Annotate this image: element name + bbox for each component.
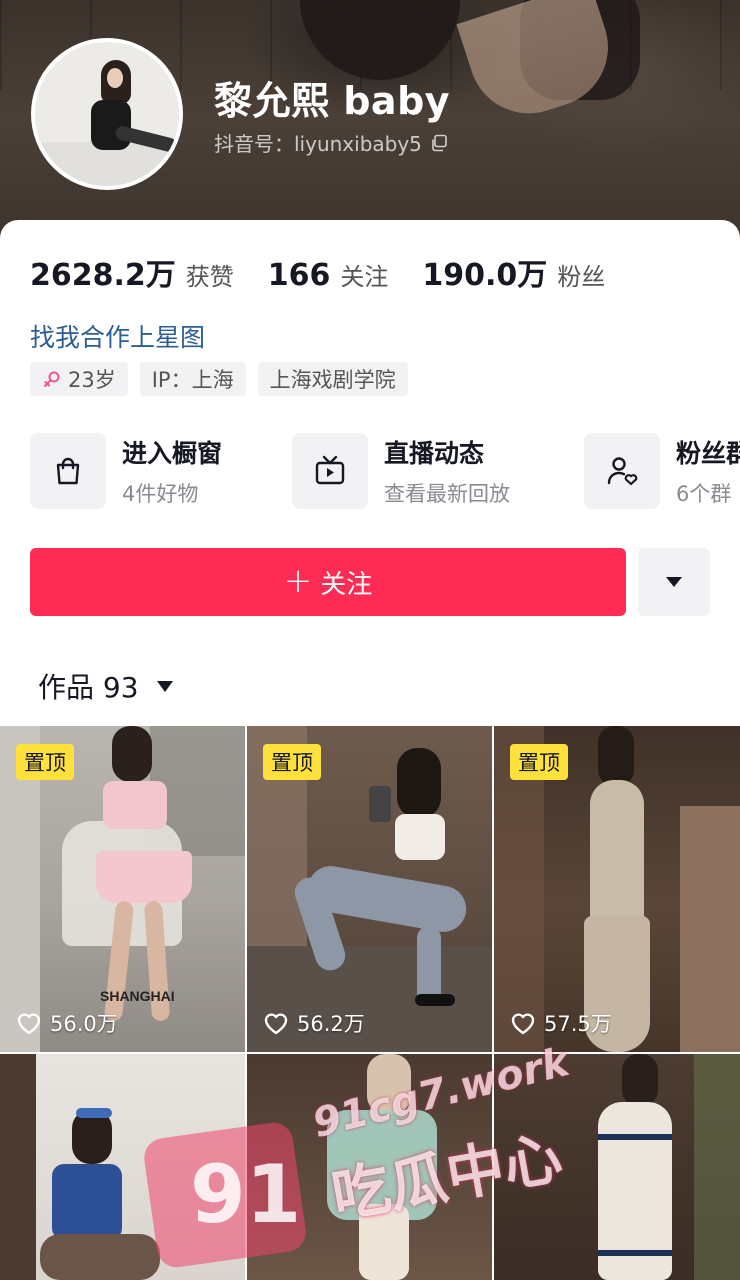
video-overlay-text: SHANGHAI (100, 988, 175, 1004)
service-fan-group[interactable]: 粉丝群 6个群 (584, 432, 740, 510)
video-card[interactable]: 置顶 56.2万 (247, 726, 492, 1052)
service-fans-subtitle: 6个群 (676, 482, 732, 506)
service-row: 进入橱窗 4件好物 直播动态 查看最新回放 粉丝群 6个群 (30, 432, 740, 512)
video-likes-count: 57.5万 (544, 1012, 612, 1036)
video-card[interactable] (494, 1054, 740, 1280)
service-fans-title: 粉丝群 (676, 439, 740, 468)
pinned-badge: 置顶 (16, 744, 74, 780)
profile-name: 黎允熙 baby (214, 79, 451, 123)
video-card[interactable]: SHANGHAI 置顶 56.0万 (0, 726, 245, 1052)
tab-works[interactable]: 作品 93 (38, 666, 173, 706)
female-icon (44, 371, 60, 387)
tab-works-label: 作品 93 (38, 671, 139, 704)
tag-age: 23岁 (30, 362, 128, 396)
more-options-button[interactable] (638, 548, 710, 616)
service-live-title: 直播动态 (384, 439, 485, 468)
stat-following-value: 166 (267, 258, 331, 293)
tag-ip: IP：上海 (139, 362, 246, 396)
service-shop-title: 进入橱窗 (122, 439, 223, 468)
pinned-badge: 置顶 (263, 744, 321, 780)
video-card[interactable]: 置顶 57.5万 (494, 726, 740, 1052)
stat-following-label: 关注 (340, 263, 389, 291)
stat-followers-label: 粉丝 (557, 263, 606, 291)
follow-label: 关注 (320, 569, 373, 600)
fan-group-icon (607, 457, 638, 486)
stat-followers[interactable]: 190.0万 粉丝 (422, 250, 605, 294)
profile-stats: 2628.2万 获赞 166 关注 190.0万 粉丝 (30, 250, 639, 294)
avatar[interactable] (31, 38, 183, 190)
tag-age-text: 23岁 (68, 368, 116, 392)
heart-icon (264, 1013, 288, 1035)
video-grid: SHANGHAI 置顶 56.0万 置顶 56.2万 置顶 57.5万 (0, 726, 740, 1280)
caret-down-icon (156, 680, 173, 692)
stat-likes-value: 2628.2万 (30, 258, 176, 293)
caret-down-icon (666, 577, 682, 587)
follow-button[interactable]: + 关注 (30, 548, 626, 616)
copy-icon[interactable] (430, 134, 448, 152)
service-live[interactable]: 直播动态 查看最新回放 (292, 432, 510, 510)
service-shop-subtitle: 4件好物 (122, 482, 199, 506)
tag-school[interactable]: 上海戏剧学院 (257, 362, 408, 396)
video-likes: 56.2万 (263, 1008, 365, 1038)
service-shop-window[interactable]: 进入橱窗 4件好物 (30, 432, 222, 510)
video-card[interactable] (247, 1054, 492, 1280)
plus-icon: + (283, 560, 313, 601)
stat-followers-value: 190.0万 (422, 258, 548, 293)
video-likes-count: 56.0万 (50, 1012, 118, 1036)
shopping-bag-icon (56, 457, 80, 485)
service-live-subtitle: 查看最新回放 (384, 482, 510, 506)
collab-link[interactable]: 找我合作上星图 (30, 318, 205, 354)
handle-text: 抖音号：liyunxibaby5 (214, 132, 422, 156)
video-likes-count: 56.2万 (297, 1012, 365, 1036)
video-likes: 56.0万 (16, 1008, 118, 1038)
profile-handle: 抖音号：liyunxibaby5 (214, 128, 448, 157)
stat-following[interactable]: 166 关注 (268, 257, 389, 293)
pinned-badge: 置顶 (510, 744, 568, 780)
profile-tags: 23岁 IP：上海 上海戏剧学院 (30, 362, 408, 396)
heart-icon (17, 1013, 41, 1035)
profile-page: 黎允熙 baby 抖音号：liyunxibaby5 2628.2万 获赞 166… (0, 0, 740, 1280)
heart-icon (511, 1013, 535, 1035)
stat-likes-label: 获赞 (185, 263, 234, 291)
tv-icon (315, 455, 345, 485)
video-likes: 57.5万 (510, 1008, 612, 1038)
stat-likes[interactable]: 2628.2万 获赞 (30, 250, 234, 294)
video-card[interactable] (0, 1054, 245, 1280)
